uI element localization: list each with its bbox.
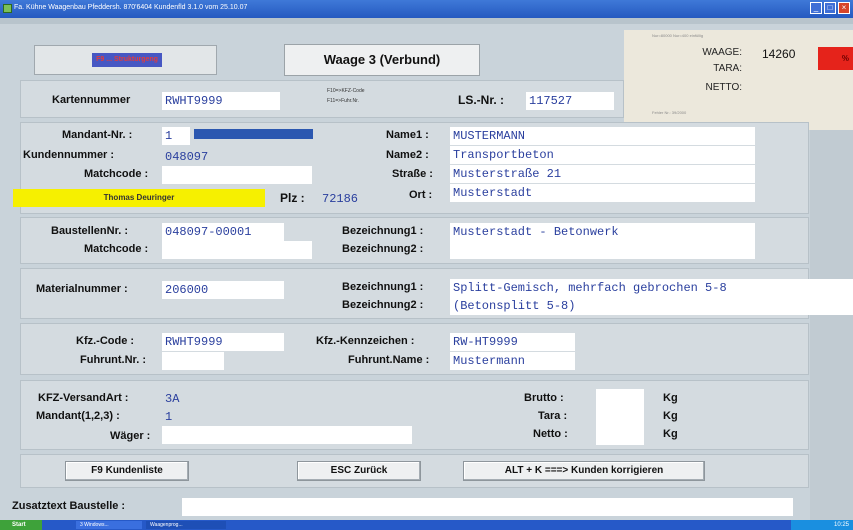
baustellennr-field[interactable]: 048097-00001	[162, 223, 284, 241]
name2-field[interactable]: Transportbeton	[450, 146, 755, 164]
mandant-progress-bar	[194, 129, 313, 139]
close-button[interactable]: ×	[838, 2, 850, 14]
scale-indicator: %	[818, 47, 853, 70]
fuhrunt-nr-field[interactable]	[162, 352, 224, 370]
zusatztext-label: Zusatztext Baustelle :	[12, 500, 126, 512]
baustelle-bez1-label: Bezeichnung1 :	[342, 225, 424, 237]
ls-nr-label: LS.-Nr. :	[458, 93, 505, 107]
scale-bottom-text: Fehler Nr.: 39/2000	[652, 110, 687, 115]
strasse-label: Straße :	[392, 168, 433, 180]
strasse-field[interactable]: Musterstraße 21	[450, 165, 755, 183]
taskbar: Start 3 Windows... Waagenprog... 10:25	[0, 520, 853, 530]
kfz-kennzeichen-label: Kfz.-Kennzeichen :	[316, 335, 415, 347]
versandart-field[interactable]: 3A	[162, 390, 192, 408]
baustelle-bez2-field[interactable]	[450, 241, 755, 259]
baustellennr-label: BaustellenNr. :	[51, 225, 129, 237]
menu-bar	[0, 18, 853, 24]
scale-tara-label: TARA:	[713, 63, 742, 74]
name2-label: Name2 :	[386, 149, 429, 161]
material-bez1-label: Bezeichnung1 :	[342, 281, 424, 293]
baustelle-matchcode-label: Matchcode :	[84, 243, 149, 255]
status-button[interactable]: F9 ... Strukturgeng	[34, 45, 217, 75]
versand-mandant-label: Mandant(1,2,3) :	[36, 410, 120, 422]
material-bez1-field[interactable]: Splitt-Gemisch, mehrfach gebrochen 5-8	[450, 279, 853, 297]
ort-field[interactable]: Musterstadt	[450, 184, 755, 202]
kunde-matchcode-field[interactable]	[162, 166, 312, 184]
ort-label: Ort :	[409, 189, 433, 201]
materialnummer-label: Materialnummer :	[36, 283, 128, 295]
kunde-matchcode-label: Matchcode :	[84, 168, 149, 180]
fahrzeug-panel	[20, 323, 809, 375]
brutto-label: Brutto :	[524, 392, 564, 404]
baustelle-matchcode-field[interactable]	[162, 241, 312, 259]
kundennummer-field[interactable]: 048097	[162, 148, 222, 166]
app-icon	[3, 4, 12, 13]
maximize-button[interactable]: □	[824, 2, 836, 14]
kfz-code-field[interactable]: RWHT9999	[162, 333, 284, 351]
brutto-unit: Kg	[663, 392, 678, 404]
operator-name-tag: Thomas Deuringer	[13, 189, 265, 207]
taskbar-clock: 10:25	[791, 520, 853, 530]
kundennummer-label: Kundennummer :	[23, 149, 115, 161]
taskbar-item-windows[interactable]: 3 Windows...	[76, 521, 142, 529]
scale-title-button[interactable]: Waage 3 (Verbund)	[284, 44, 480, 76]
kartennummer-field[interactable]: RWHT9999	[162, 92, 280, 110]
material-bez2-label: Bezeichnung2 :	[342, 299, 424, 311]
window-title: Fa. Kühne Waagenbau Pfeddersh. 870'6404 …	[14, 4, 248, 11]
scale-display: Nur=80000 Nur=400 einfüllig WAAGE: TARA:…	[624, 30, 853, 130]
material-bez2-field[interactable]: (Betonsplitt 5-8)	[450, 297, 853, 315]
plz-field[interactable]: 72186	[316, 190, 361, 208]
zurueck-button[interactable]: ESC Zurück	[297, 461, 421, 481]
fuhrunt-name-label: Fuhrunt.Name :	[348, 354, 430, 366]
kfz-code-label: Kfz.-Code :	[76, 335, 135, 347]
versand-mandant-field[interactable]: 1	[162, 408, 192, 426]
mandant-label: Mandant-Nr. :	[62, 129, 133, 141]
status-button-label: F9 ... Strukturgeng	[92, 53, 162, 67]
title-bar: Fa. Kühne Waagenbau Pfeddersh. 870'6404 …	[0, 0, 853, 18]
baustelle-bez2-label: Bezeichnung2 :	[342, 243, 424, 255]
waeger-label: Wäger :	[110, 430, 151, 442]
waeger-field[interactable]	[162, 426, 412, 444]
tara-label: Tara :	[538, 410, 568, 422]
minimize-button[interactable]: _	[810, 2, 822, 14]
kundenliste-button[interactable]: F9 Kundenliste	[65, 461, 189, 481]
kunden-korrigieren-button[interactable]: ALT + K ===> Kunden korrigieren	[463, 461, 705, 481]
name1-field[interactable]: MUSTERMANN	[450, 127, 755, 145]
fuhrunt-nr-label: Fuhrunt.Nr. :	[80, 354, 146, 366]
scale-netto-label: NETTO:	[705, 82, 742, 93]
start-button[interactable]: Start	[0, 520, 42, 530]
weight-display-box	[596, 389, 644, 445]
zusatztext-field[interactable]	[182, 498, 793, 516]
materialnummer-field[interactable]: 206000	[162, 281, 284, 299]
netto-unit: Kg	[663, 428, 678, 440]
netto-label: Netto :	[533, 428, 568, 440]
fuhrunt-name-field[interactable]: Mustermann	[450, 352, 575, 370]
name1-label: Name1 :	[386, 129, 429, 141]
scale-top-text: Nur=80000 Nur=400 einfüllig	[652, 33, 704, 38]
mandant-field[interactable]: 1	[162, 127, 190, 145]
scale-weight-value: 14260	[762, 47, 796, 61]
versandart-label: KFZ-VersandArt :	[38, 392, 129, 404]
scale-waage-label: WAAGE:	[702, 47, 742, 58]
tara-unit: Kg	[663, 410, 678, 422]
kartennummer-label: Kartennummer	[52, 94, 131, 106]
ls-nr-field[interactable]: 117527	[526, 92, 614, 110]
shortcut-info: F10=>KFZ-Code F11=>Fuhr.Nr.	[327, 88, 365, 104]
plz-label: Plz :	[280, 191, 305, 205]
baustelle-bez1-field[interactable]: Musterstadt - Betonwerk	[450, 223, 755, 241]
kfz-kennzeichen-field[interactable]: RW-HT9999	[450, 333, 575, 351]
taskbar-item-waagenprogramm[interactable]: Waagenprog...	[146, 521, 226, 529]
